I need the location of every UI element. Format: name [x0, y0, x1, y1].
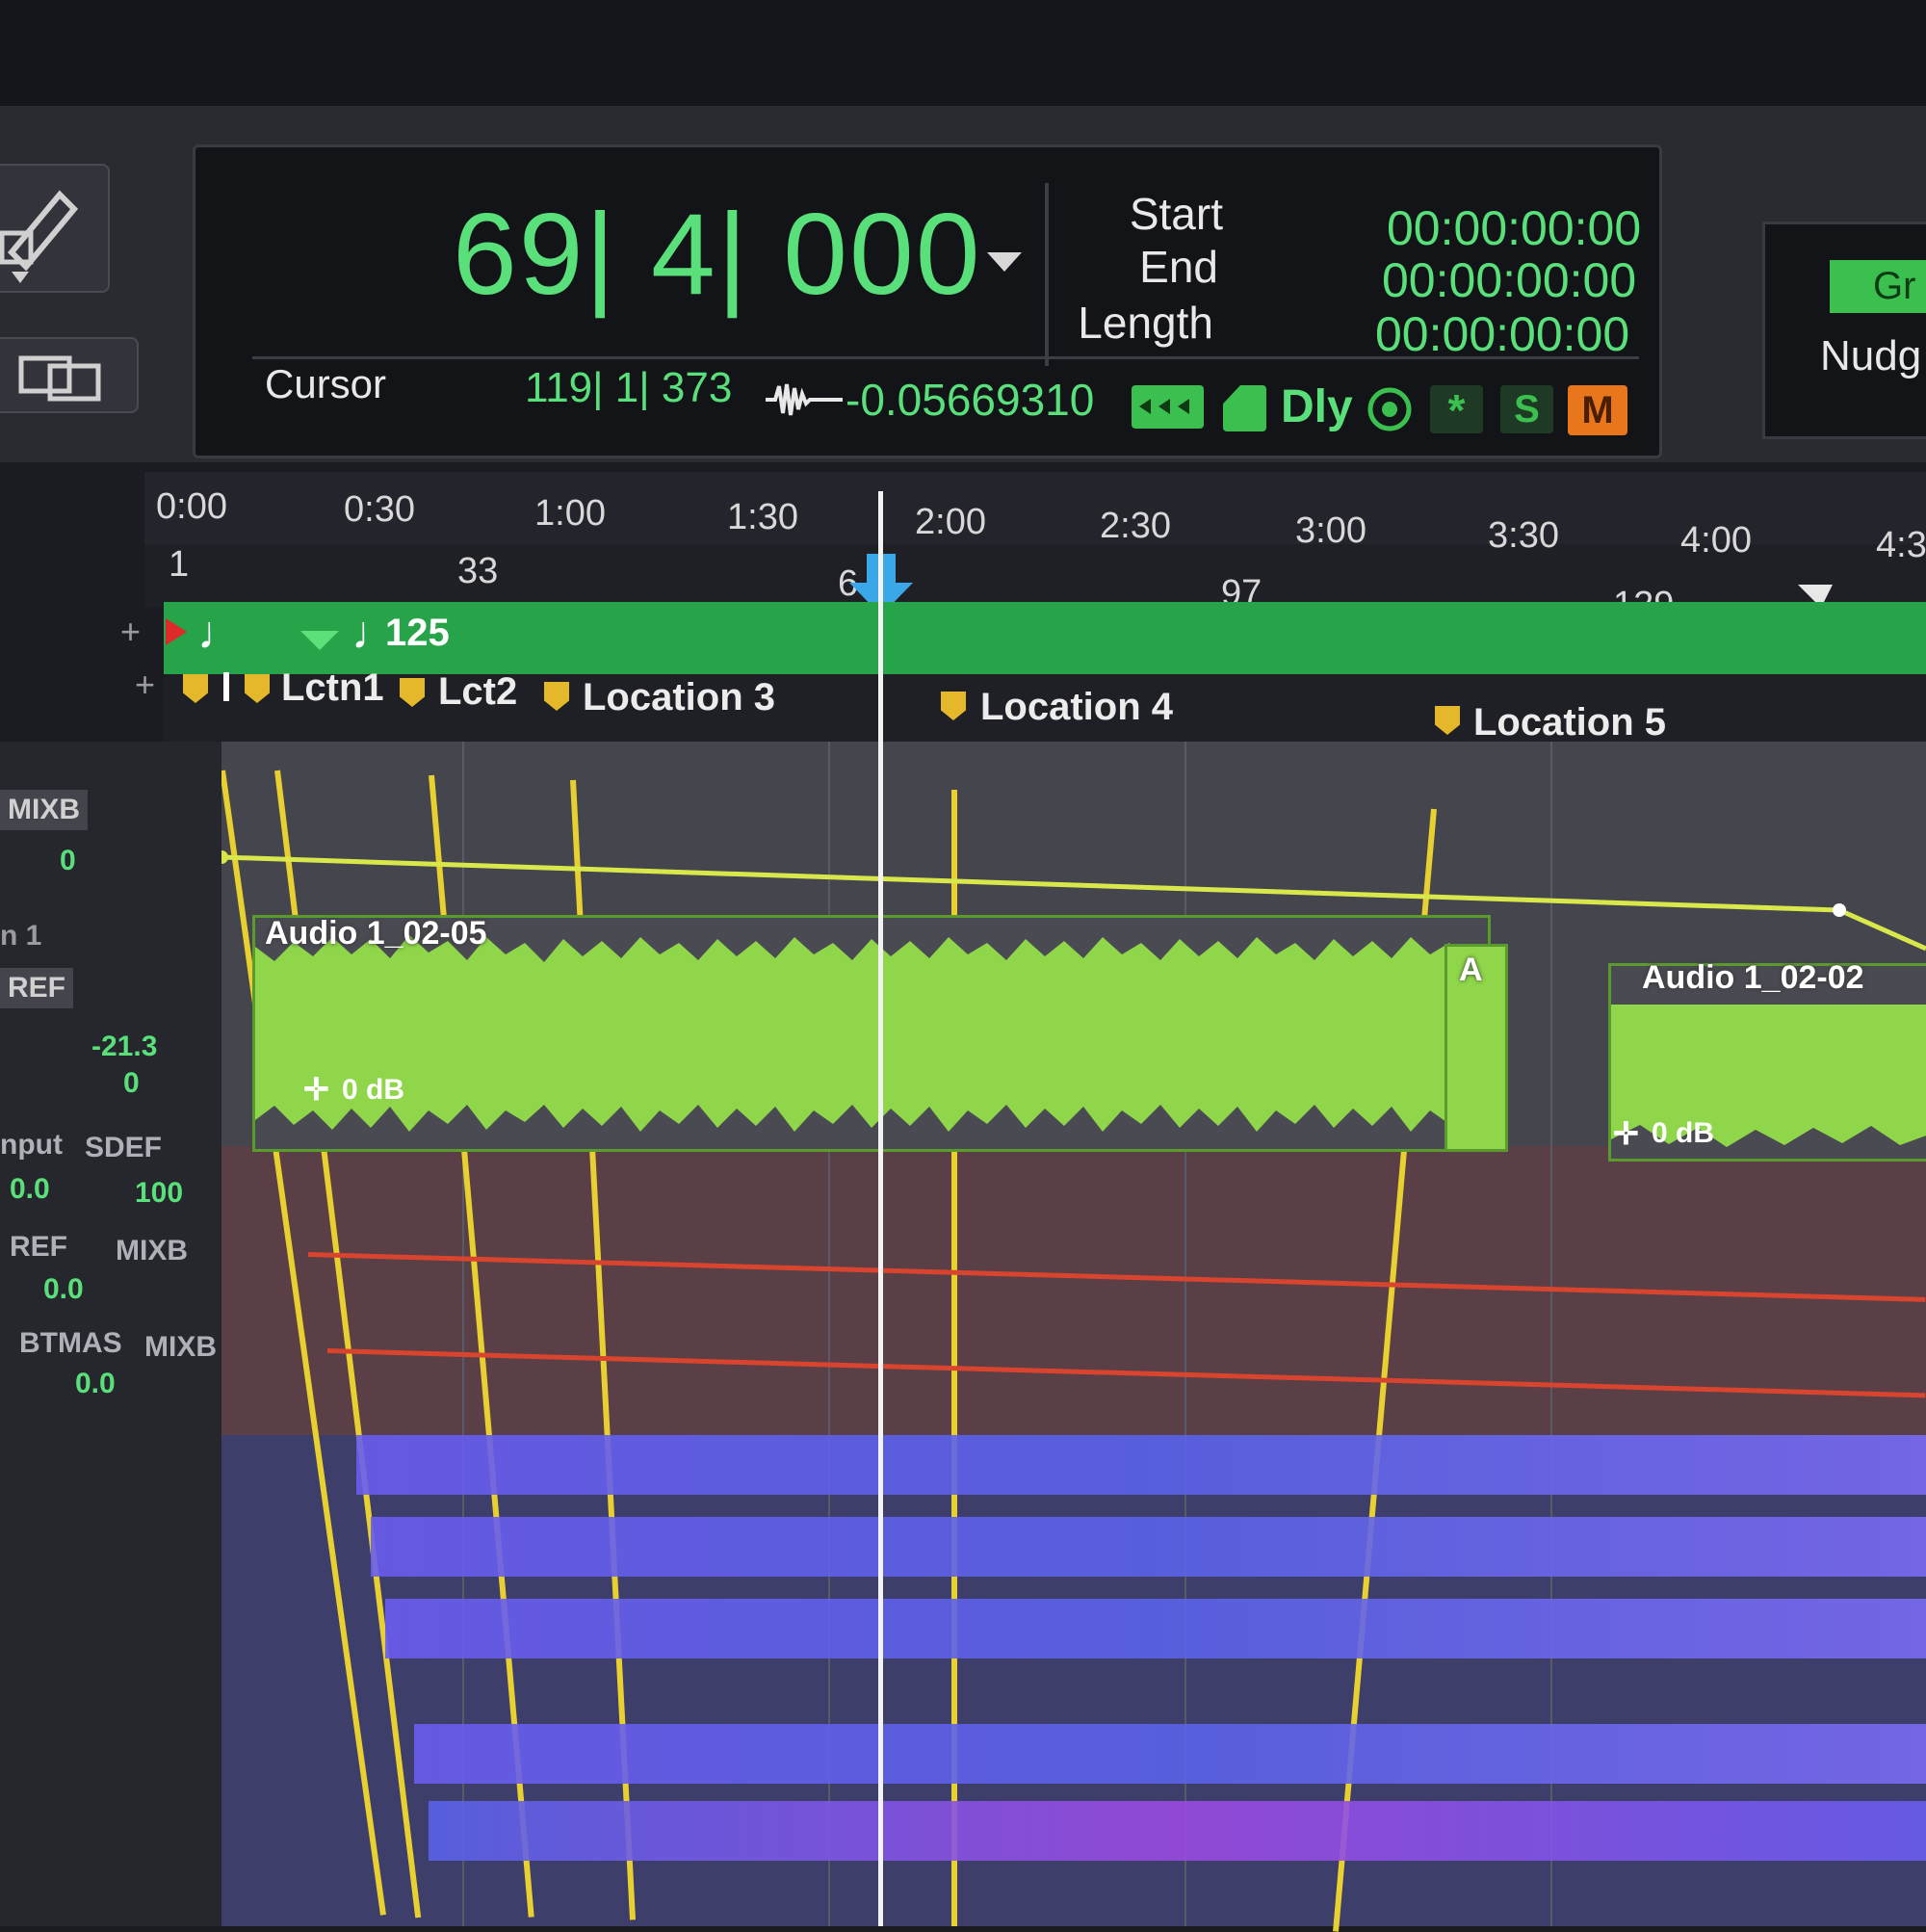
midi-thru-button[interactable]: * — [1430, 385, 1483, 435]
volume-value[interactable]: 0.0 — [43, 1273, 84, 1306]
edit-mode-icon — [1139, 399, 1189, 414]
tempo-value[interactable]: 125 — [385, 612, 450, 655]
loop-icon[interactable] — [1366, 385, 1414, 433]
send-label[interactable]: MIXB — [144, 1331, 217, 1364]
clip-gain-icon: ✛ — [303, 1072, 329, 1107]
start-value[interactable]: 00:00:00:00 — [1387, 200, 1641, 256]
marker-label[interactable]: Location 5 — [1473, 701, 1666, 744]
track-name[interactable]: n 1 — [0, 920, 41, 953]
ruler-tick: 0:30 — [344, 489, 415, 530]
ruler-tick: 4:3 — [1876, 525, 1926, 565]
stem-clip[interactable] — [429, 1801, 1926, 1861]
clip-gain[interactable]: 0 dB — [1652, 1117, 1714, 1150]
stem-clip[interactable] — [356, 1435, 1926, 1495]
stem-clip[interactable] — [385, 1599, 1926, 1658]
ruler-tick: 0:00 — [156, 486, 227, 527]
bar-tick: 33 — [457, 551, 499, 591]
send-label[interactable]: MIXB — [116, 1235, 188, 1267]
tempo-change-icon[interactable] — [300, 631, 339, 650]
volume-value[interactable]: 0.0 — [75, 1368, 116, 1400]
marker-label[interactable]: Location 3 — [583, 676, 775, 719]
marker-divider — [223, 672, 229, 701]
send-label[interactable]: REF — [10, 1231, 67, 1264]
delay-label[interactable]: Dly — [1281, 380, 1353, 433]
pencil-tool-icon[interactable] — [0, 164, 110, 293]
volume-value[interactable]: 0.0 — [10, 1173, 50, 1206]
length-value[interactable]: 00:00:00:00 — [1375, 306, 1629, 362]
ruler-tick: 1:00 — [534, 493, 606, 534]
marker-label[interactable]: Location 4 — [980, 686, 1173, 729]
cursor-value: 119| 1| 373 — [525, 364, 733, 411]
ruler-tick: 3:00 — [1295, 510, 1366, 551]
playhead-line[interactable] — [878, 491, 883, 1926]
clip-name: A — [1459, 952, 1483, 988]
bar-tick: 1 — [169, 544, 190, 585]
track-output-label[interactable]: MIXB — [0, 790, 88, 830]
ruler-tick: 1:30 — [727, 497, 798, 537]
clip-gain-icon: ✛ — [1613, 1116, 1639, 1151]
add-marker-icon[interactable]: + — [135, 665, 155, 705]
track-output-label[interactable]: SDEF — [85, 1132, 162, 1164]
solo-button[interactable]: S — [1500, 385, 1553, 433]
send-label[interactable]: BTMAS — [19, 1327, 122, 1360]
level-value: -21.3 — [91, 1031, 158, 1062]
clip-name: Audio 1_02-02 — [1642, 959, 1864, 996]
marker-label[interactable]: Lctn1 — [281, 666, 384, 710]
main-counter[interactable]: 69| 4| 000 — [453, 188, 981, 321]
track-edit-button[interactable] — [1132, 385, 1204, 429]
end-value[interactable]: 00:00:00:00 — [1382, 252, 1636, 308]
mute-button[interactable]: M — [1568, 385, 1627, 435]
clip-name: Audio 1_02-05 — [265, 915, 487, 952]
track-output-label[interactable]: REF — [0, 968, 73, 1008]
ruler-tick: 4:00 — [1680, 520, 1752, 561]
tempo-start-icon — [166, 618, 187, 645]
ruler-tick: 3:30 — [1488, 515, 1559, 556]
link-windows-icon[interactable] — [0, 337, 139, 413]
ruler-tick: 2:00 — [915, 502, 986, 542]
cursor-label: Cursor — [265, 361, 387, 406]
quarter-note-icon: ♩ — [197, 608, 244, 659]
ruler-tick: 2:30 — [1100, 506, 1171, 546]
pan-value[interactable]: 100 — [135, 1177, 183, 1210]
nudge-label[interactable]: Nudg — [1820, 332, 1921, 380]
pan-value[interactable]: 0 — [60, 845, 76, 877]
stem-clip[interactable] — [371, 1517, 1926, 1577]
sample-value: -0.05669310 — [846, 375, 1095, 425]
add-tempo-icon[interactable]: + — [120, 612, 141, 652]
clip-gain[interactable]: 0 dB — [342, 1074, 404, 1107]
grid-nudge-panel — [1762, 222, 1926, 439]
counter-menu-icon[interactable] — [987, 252, 1022, 272]
input-label[interactable]: nput — [0, 1129, 63, 1162]
waveform-sample-icon — [766, 383, 843, 416]
grid-button[interactable]: Gr — [1830, 260, 1926, 313]
clip-waveform — [255, 918, 1488, 1149]
start-label: Start — [1129, 189, 1223, 239]
pan-value[interactable]: 0 — [123, 1067, 140, 1100]
end-label: End — [1139, 242, 1218, 292]
window-top — [0, 0, 1926, 106]
stem-clip[interactable] — [414, 1724, 1926, 1784]
marker-label[interactable]: Lct2 — [438, 670, 517, 714]
length-label: Length — [1078, 298, 1213, 348]
